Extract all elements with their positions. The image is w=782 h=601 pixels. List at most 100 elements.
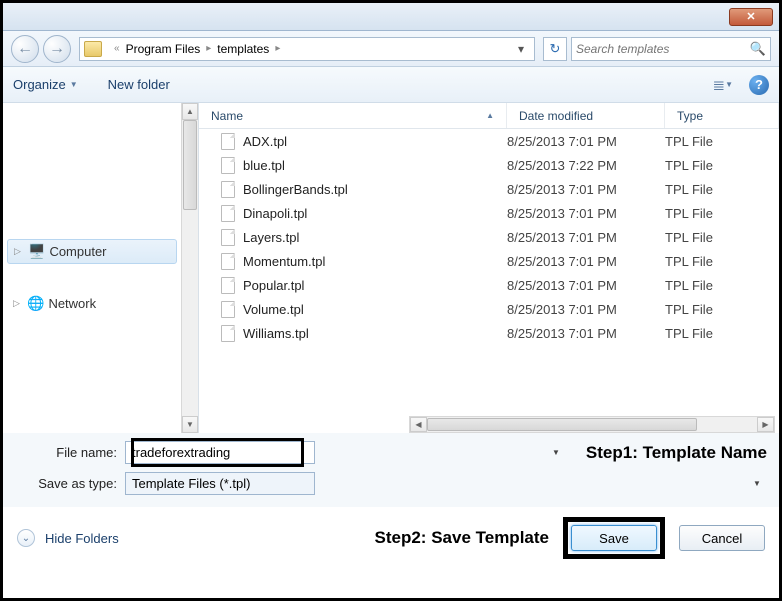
expand-icon[interactable]: ▷ xyxy=(14,246,24,257)
main-area: ▷ 🖥️ Computer ▷ 🌐 Network ▲ ▼ Name ▲ Dat… xyxy=(3,103,779,433)
tree-scrollbar[interactable]: ▲ ▼ xyxy=(181,103,198,433)
file-date: 8/25/2013 7:22 PM xyxy=(507,158,665,173)
hide-folders-toggle-icon[interactable]: ⌄ xyxy=(17,529,35,547)
file-date: 8/25/2013 7:01 PM xyxy=(507,326,665,341)
file-date: 8/25/2013 7:01 PM xyxy=(507,278,665,293)
breadcrumb-templates[interactable]: templates xyxy=(217,42,269,56)
save-form: File name: ▼ Step1: Template Name Save a… xyxy=(3,433,779,507)
scroll-thumb[interactable] xyxy=(183,120,197,210)
breadcrumb-sep-icon: ▸ xyxy=(275,43,280,54)
file-icon xyxy=(221,205,235,222)
column-header-type[interactable]: Type xyxy=(665,103,779,128)
scroll-track[interactable] xyxy=(427,417,757,432)
save-button[interactable]: Save xyxy=(571,525,657,551)
filename-dropdown-icon[interactable]: ▼ xyxy=(547,442,565,463)
file-row[interactable]: Volume.tpl 8/25/2013 7:01 PMTPL File xyxy=(199,297,779,321)
scroll-right-button[interactable]: ▶ xyxy=(757,417,774,432)
file-name: Dinapoli.tpl xyxy=(243,206,307,221)
search-box[interactable]: 🔍 xyxy=(571,37,771,61)
help-button[interactable]: ? xyxy=(749,75,769,95)
filename-input[interactable] xyxy=(125,441,315,464)
file-date: 8/25/2013 7:01 PM xyxy=(507,302,665,317)
organize-menu[interactable]: Organize ▼ xyxy=(13,77,78,92)
view-options-button[interactable]: ≣ ▼ xyxy=(713,76,734,94)
title-bar: ✕ xyxy=(3,3,779,31)
hide-folders-link[interactable]: Hide Folders xyxy=(45,531,119,546)
file-icon xyxy=(221,325,235,342)
file-hscrollbar[interactable]: ◀ ▶ xyxy=(409,416,775,433)
file-name: Layers.tpl xyxy=(243,230,299,245)
breadcrumb-overflow-icon[interactable]: « xyxy=(114,43,120,54)
sort-asc-icon: ▲ xyxy=(486,111,494,120)
file-type: TPL File xyxy=(665,254,779,269)
tree-item-computer[interactable]: ▷ 🖥️ Computer xyxy=(7,239,177,264)
file-row[interactable]: Dinapoli.tpl8/25/2013 7:01 PMTPL File xyxy=(199,201,779,225)
computer-icon: 🖥️ xyxy=(28,243,45,260)
file-row[interactable]: Momentum.tpl 8/25/2013 7:01 PMTPL File xyxy=(199,249,779,273)
scroll-down-button[interactable]: ▼ xyxy=(182,416,198,433)
scroll-track[interactable] xyxy=(182,120,198,416)
file-name: ADX.tpl xyxy=(243,134,287,149)
annotation-highlight-save: Save xyxy=(563,517,665,559)
breadcrumb-program-files[interactable]: Program Files xyxy=(126,42,201,56)
file-list: ADX.tpl8/25/2013 7:01 PMTPL Fileblue.tpl… xyxy=(199,129,779,415)
search-icon[interactable]: 🔍 xyxy=(750,41,766,57)
file-type: TPL File xyxy=(665,134,779,149)
file-type: TPL File xyxy=(665,158,779,173)
file-type: TPL File xyxy=(665,302,779,317)
address-bar[interactable]: « Program Files ▸ templates ▸ ▾ xyxy=(79,37,535,61)
file-name: Williams.tpl xyxy=(243,326,309,341)
chevron-down-icon: ▼ xyxy=(70,80,78,89)
file-type: TPL File xyxy=(665,230,779,245)
file-icon xyxy=(221,157,235,174)
file-date: 8/25/2013 7:01 PM xyxy=(507,206,665,221)
file-name: Popular.tpl xyxy=(243,278,304,293)
navigation-pane: ▷ 🖥️ Computer ▷ 🌐 Network ▲ ▼ xyxy=(3,103,199,433)
file-row[interactable]: blue.tpl8/25/2013 7:22 PMTPL File xyxy=(199,153,779,177)
file-name: BollingerBands.tpl xyxy=(243,182,348,197)
expand-icon[interactable]: ▷ xyxy=(13,298,23,309)
new-folder-button[interactable]: New folder xyxy=(108,77,170,92)
folder-icon xyxy=(84,41,102,57)
search-input[interactable] xyxy=(576,42,750,56)
refresh-button[interactable]: ↻ xyxy=(543,37,567,61)
cancel-button[interactable]: Cancel xyxy=(679,525,765,551)
forward-button[interactable]: → xyxy=(43,35,71,63)
tree-label: Network xyxy=(48,296,96,311)
back-button[interactable]: ← xyxy=(11,35,39,63)
file-icon xyxy=(221,133,235,150)
close-button[interactable]: ✕ xyxy=(729,8,773,26)
scroll-up-button[interactable]: ▲ xyxy=(182,103,198,120)
toolbar: Organize ▼ New folder ≣ ▼ ? xyxy=(3,67,779,103)
file-list-pane: Name ▲ Date modified Type ADX.tpl8/25/20… xyxy=(199,103,779,433)
column-header-row: Name ▲ Date modified Type xyxy=(199,103,779,129)
file-row[interactable]: Popular.tpl8/25/2013 7:01 PMTPL File xyxy=(199,273,779,297)
saveastype-label: Save as type: xyxy=(15,476,125,491)
address-dropdown-icon[interactable]: ▾ xyxy=(512,42,530,56)
saveastype-select[interactable] xyxy=(125,472,315,495)
file-row[interactable]: ADX.tpl8/25/2013 7:01 PMTPL File xyxy=(199,129,779,153)
file-row[interactable]: Layers.tpl8/25/2013 7:01 PMTPL File xyxy=(199,225,779,249)
column-header-name[interactable]: Name ▲ xyxy=(199,103,507,128)
bottom-bar: ⌄ Hide Folders Step2: Save Template Save… xyxy=(3,507,779,571)
tree-item-network[interactable]: ▷ 🌐 Network xyxy=(7,292,177,315)
file-icon xyxy=(221,229,235,246)
scroll-thumb[interactable] xyxy=(427,418,697,431)
file-name: Momentum.tpl xyxy=(243,254,325,269)
file-type: TPL File xyxy=(665,182,779,197)
file-icon xyxy=(221,253,235,270)
file-row[interactable]: BollingerBands.tpl 8/25/2013 7:01 PMTPL F… xyxy=(199,177,779,201)
column-header-date[interactable]: Date modified xyxy=(507,103,665,128)
file-date: 8/25/2013 7:01 PM xyxy=(507,254,665,269)
file-name: Volume.tpl xyxy=(243,302,304,317)
file-row[interactable]: Williams.tpl 8/25/2013 7:01 PMTPL File xyxy=(199,321,779,345)
scroll-left-button[interactable]: ◀ xyxy=(410,417,427,432)
filename-label: File name: xyxy=(15,445,125,460)
breadcrumb-sep-icon: ▸ xyxy=(206,43,211,54)
saveastype-dropdown-icon[interactable]: ▼ xyxy=(748,473,766,494)
tree-label: Computer xyxy=(49,244,106,259)
chevron-down-icon: ▼ xyxy=(725,80,733,89)
file-date: 8/25/2013 7:01 PM xyxy=(507,182,665,197)
network-icon: 🌐 xyxy=(27,295,44,312)
file-type: TPL File xyxy=(665,326,779,341)
